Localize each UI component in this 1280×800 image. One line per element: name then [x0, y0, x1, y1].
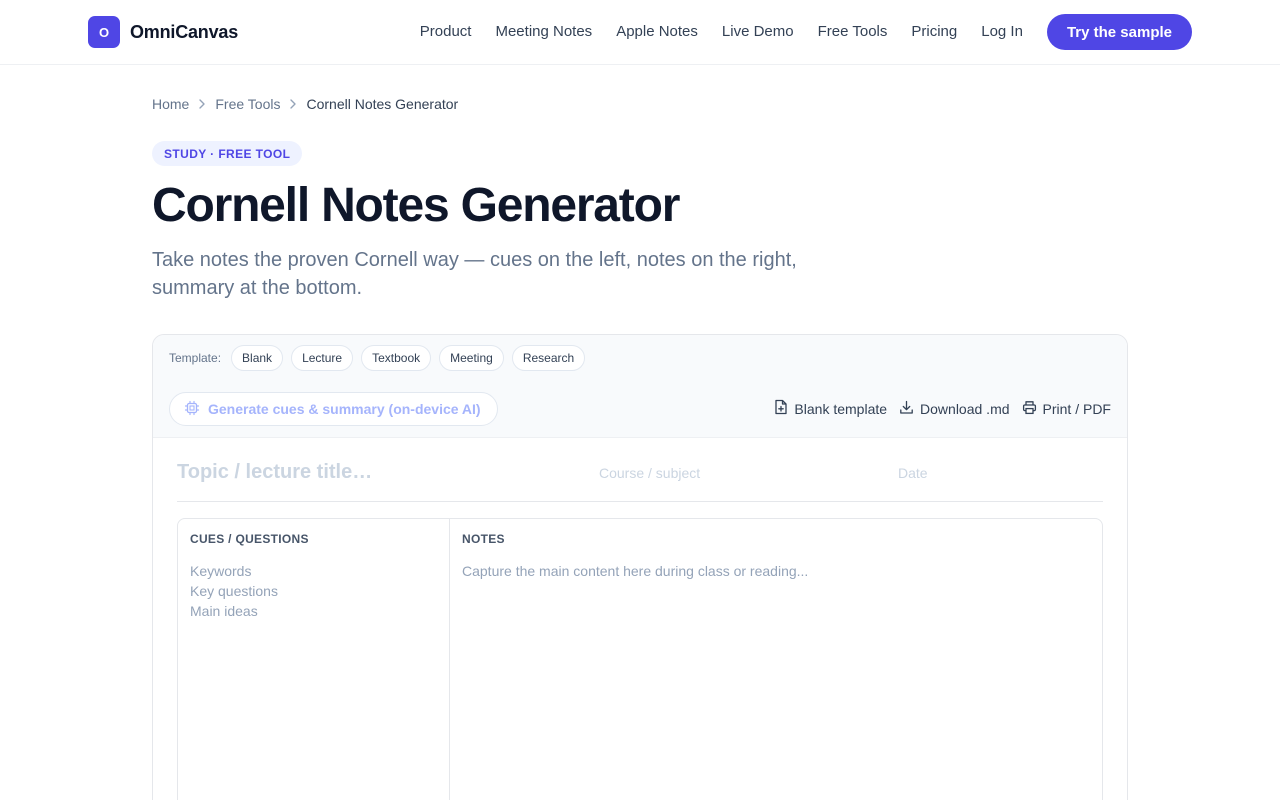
main-nav: Product Meeting Notes Apple Notes Live D… [396, 14, 1192, 50]
template-chip-research[interactable]: Research [511, 345, 586, 371]
nav-link-live-demo[interactable]: Live Demo [722, 14, 794, 50]
chip-icon [184, 400, 208, 419]
download-md-button[interactable]: Download .md [899, 400, 1010, 418]
log-in-link[interactable]: Log In [981, 14, 1023, 50]
template-chip-textbook[interactable]: Textbook [361, 345, 432, 371]
template-chip-meeting[interactable]: Meeting [439, 345, 504, 371]
date-input[interactable] [898, 465, 1098, 481]
generate-cues-summary-button[interactable]: Generate cues & summary (on-device AI) [169, 392, 498, 426]
nav-link-meeting-notes[interactable]: Meeting Notes [495, 14, 592, 50]
cues-textarea[interactable] [190, 561, 430, 800]
template-label: Template: [169, 351, 222, 365]
chevron-right-icon [198, 97, 206, 112]
file-plus-icon [774, 399, 794, 418]
blank-template-label: Blank template [794, 400, 888, 417]
try-sample-button[interactable]: Try the sample [1046, 14, 1192, 50]
cornell-grid: CUES / QUESTIONS NOTES [177, 518, 1103, 800]
print-pdf-button[interactable]: Print / PDF [1022, 400, 1111, 418]
topic-input[interactable] [177, 461, 577, 484]
logo-mark-icon: O [88, 16, 120, 48]
brand-logo[interactable]: O OmniCanvas [88, 16, 238, 48]
brand-name: OmniCanvas [130, 21, 239, 42]
generate-button-label: Generate cues & summary (on-device AI) [208, 401, 481, 417]
template-chip-blank[interactable]: Blank [231, 345, 284, 371]
download-md-label: Download .md [920, 400, 1010, 417]
blank-template-button[interactable]: Blank template [774, 399, 887, 418]
download-icon [899, 400, 920, 418]
notes-column: NOTES [450, 519, 1102, 800]
note-metadata-row [177, 459, 1103, 502]
page-subtitle: Take notes the proven Cornell way — cues… [152, 249, 797, 299]
breadcrumb-free-tools-link[interactable]: Free Tools [215, 96, 280, 112]
nav-link-product[interactable]: Product [420, 14, 472, 50]
page-title: Cornell Notes Generator [152, 179, 680, 232]
notes-textarea[interactable] [462, 561, 1082, 800]
breadcrumb: Home Free Tools Cornell Notes Generator [152, 96, 458, 112]
notes-heading: NOTES [462, 532, 505, 546]
nav-link-apple-notes[interactable]: Apple Notes [616, 14, 698, 50]
course-subject-input[interactable] [599, 465, 859, 481]
tool-toolbar: Template: Blank Lecture Textbook Meeting… [153, 335, 1127, 438]
category-badge: STUDY · FREE TOOL [152, 141, 303, 166]
print-pdf-label: Print / PDF [1042, 400, 1111, 417]
cornell-notes-card: Template: Blank Lecture Textbook Meeting… [152, 334, 1128, 800]
template-selector: Template: Blank Lecture Textbook Meeting… [169, 345, 593, 371]
top-navigation-bar: O OmniCanvas Product Meeting Notes Apple… [0, 0, 1280, 65]
printer-icon [1022, 400, 1043, 418]
nav-link-pricing[interactable]: Pricing [911, 14, 957, 50]
cues-column: CUES / QUESTIONS [178, 519, 450, 800]
breadcrumb-current: Cornell Notes Generator [306, 96, 459, 112]
breadcrumb-home-link[interactable]: Home [152, 96, 189, 112]
cues-heading: CUES / QUESTIONS [190, 532, 309, 546]
export-actions: Blank template Download .md Print / PDF [762, 399, 1111, 418]
nav-link-free-tools[interactable]: Free Tools [818, 14, 888, 50]
chevron-right-icon [289, 97, 297, 112]
template-chip-lecture[interactable]: Lecture [291, 345, 354, 371]
